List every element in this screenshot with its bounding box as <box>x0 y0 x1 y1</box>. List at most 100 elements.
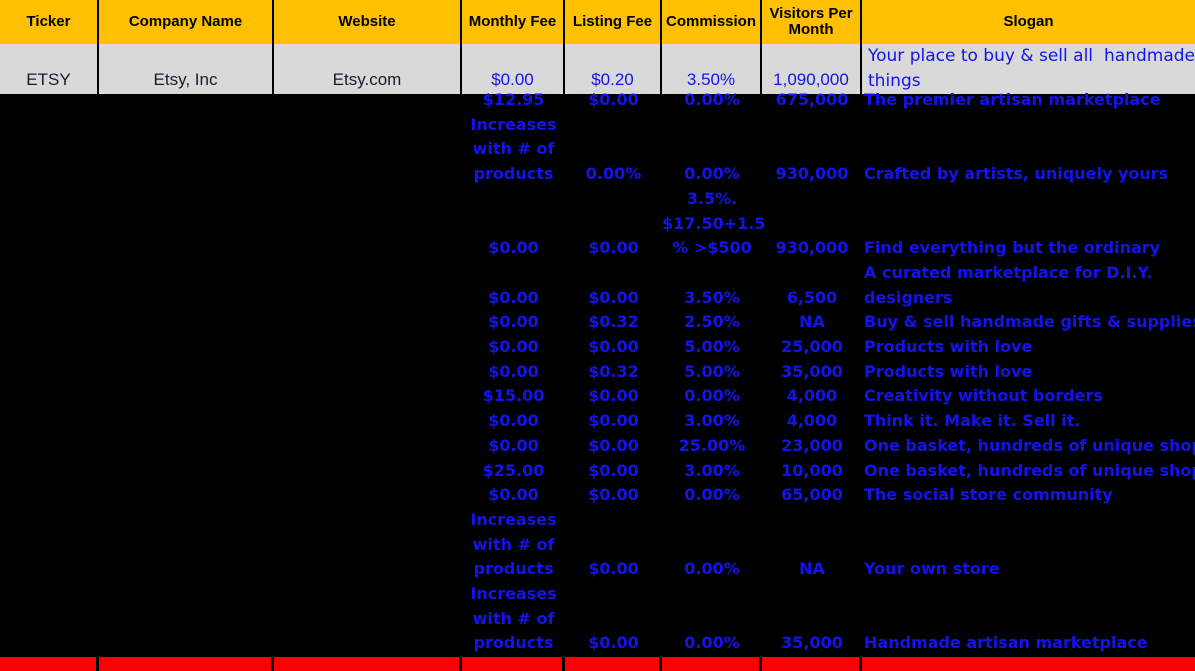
column-header-slogan[interactable]: Slogan <box>862 0 1195 44</box>
column-header-visitors[interactable]: Visitors Per Month <box>762 0 862 44</box>
cell-slogan[interactable]: Think it. Make it. Sell it. <box>862 411 1195 431</box>
table-row-first[interactable]: ETSY Etsy, Inc Etsy.com $0.00 $0.20 3.50% 1,09… <box>0 44 1195 94</box>
cell-website[interactable]: Etsy.com <box>274 44 462 94</box>
cell-slogan[interactable]: designers <box>862 288 1195 308</box>
cell-visitors[interactable]: 65,000 <box>762 485 862 505</box>
column-header-label: Visitors Per Month <box>769 5 853 38</box>
cell-slogan[interactable]: One basket, hundreds of unique shops <box>862 461 1195 481</box>
cell-listing-fee[interactable]: $0.00 <box>565 559 662 579</box>
cell-slogan[interactable]: Crafted by artists, uniquely yours <box>862 164 1195 184</box>
cell-listing-fee[interactable]: $0.00 <box>565 436 662 456</box>
cell-monthly-fee[interactable]: products <box>462 633 565 653</box>
cell-monthly-fee[interactable]: $0.00 <box>462 238 565 258</box>
cell-slogan[interactable]: A curated marketplace for D.I.Y. <box>862 263 1195 283</box>
cell-monthly-fee[interactable]: products <box>462 559 565 579</box>
cell-commission[interactable]: 0.00% <box>662 485 762 505</box>
cell-listing-fee[interactable]: $0.00 <box>565 386 662 406</box>
cell-commission[interactable]: 5.00% <box>662 362 762 382</box>
cell-commission[interactable]: 3.00% <box>662 411 762 431</box>
cell-ticker[interactable]: ETSY <box>0 44 99 94</box>
cell-monthly-fee[interactable]: with # of <box>462 609 565 629</box>
cell-monthly-fee[interactable]: $12.95 <box>462 90 565 110</box>
cell-commission[interactable]: 3.50% <box>662 288 762 308</box>
cell-slogan[interactable]: Creativity without borders <box>862 386 1195 406</box>
cell-slogan[interactable]: Handmade artisan marketplace <box>862 633 1195 653</box>
cell-commission[interactable]: $17.50+1.5 <box>662 214 766 234</box>
column-header-monthly[interactable]: Monthly Fee <box>462 0 565 44</box>
cell-company[interactable]: Etsy, Inc <box>99 44 274 94</box>
cell-visitors[interactable]: 35,000 <box>762 362 862 382</box>
cell-listing-fee[interactable]: $0.00 <box>565 90 662 110</box>
cell-monthly-fee[interactable]: Increases <box>462 115 565 135</box>
cell-monthly-fee[interactable]: $0.00 <box>462 312 565 332</box>
cell-monthly-fee[interactable]: $0.00 <box>462 411 565 431</box>
cell-monthly-fee[interactable]: $0.00 <box>462 288 565 308</box>
cell-slogan[interactable]: Your place to buy & sell all things handm… <box>862 44 1195 94</box>
cell-listing-fee[interactable]: $0.00 <box>565 633 662 653</box>
cell-commission[interactable]: 0.00% <box>662 633 762 653</box>
cell-visitors[interactable]: 1,090,000 <box>762 44 862 94</box>
cell-monthly-fee[interactable]: $0.00 <box>462 485 565 505</box>
cell-monthly[interactable]: $0.00 <box>462 44 565 94</box>
cell-visitors[interactable]: 10,000 <box>762 461 862 481</box>
cell-visitors[interactable]: 35,000 <box>762 633 862 653</box>
cell-visitors[interactable]: 675,000 <box>762 90 862 110</box>
cell-slogan[interactable]: One basket, hundreds of unique shops <box>862 436 1195 456</box>
cell-visitors[interactable]: 930,000 <box>762 238 862 258</box>
cell-listing-fee[interactable]: $0.32 <box>565 362 662 382</box>
cell-listing-fee[interactable]: $0.00 <box>565 288 662 308</box>
cell-visitors[interactable]: 4,000 <box>762 411 862 431</box>
cell-slogan[interactable]: The premier artisan marketplace <box>862 90 1195 110</box>
column-header-ticker[interactable]: Ticker <box>0 0 99 44</box>
cell-monthly-fee[interactable]: Increases <box>462 510 565 530</box>
cell-visitors[interactable]: 25,000 <box>762 337 862 357</box>
cell-monthly-fee[interactable]: $0.00 <box>462 436 565 456</box>
column-header-comm[interactable]: Commission <box>662 0 762 44</box>
cell-listing-fee[interactable]: $0.00 <box>565 485 662 505</box>
cell-comm[interactable]: 3.50% <box>662 44 762 94</box>
cell-commission[interactable]: 2.50% <box>662 312 762 332</box>
cell-visitors[interactable]: NA <box>762 559 862 579</box>
cell-listing-fee[interactable]: $0.00 <box>565 238 662 258</box>
cell-slogan[interactable]: The social store community <box>862 485 1195 505</box>
cell-commission[interactable]: 25.00% <box>662 436 762 456</box>
cell-monthly-fee[interactable]: with # of <box>462 535 565 555</box>
cell-slogan[interactable]: Find everything but the ordinary <box>862 238 1195 258</box>
column-header-company[interactable]: Company Name <box>99 0 274 44</box>
cell-visitors[interactable]: 930,000 <box>762 164 862 184</box>
cell-value: ETSY <box>26 70 71 89</box>
cell-visitors[interactable]: 23,000 <box>762 436 862 456</box>
cell-commission[interactable]: 0.00% <box>662 164 762 184</box>
cell-monthly-fee[interactable]: $25.00 <box>462 461 565 481</box>
column-header-listing[interactable]: Listing Fee <box>565 0 662 44</box>
cell-listing-fee[interactable]: $0.32 <box>565 312 662 332</box>
cell-slogan[interactable]: Products with love <box>862 337 1195 357</box>
cell-listing-fee[interactable]: $0.00 <box>565 461 662 481</box>
cell-slogan[interactable]: Buy & sell handmade gifts & supplies <box>862 312 1195 332</box>
cell-slogan[interactable]: Your own store <box>862 559 1195 579</box>
cell-monthly-fee[interactable]: Increases <box>462 584 565 604</box>
cell-monthly-fee[interactable]: with # of <box>462 139 565 159</box>
cell-monthly-fee[interactable]: $15.00 <box>462 386 565 406</box>
cell-commission[interactable]: 0.00% <box>662 386 762 406</box>
cell-listing-fee[interactable]: 0.00% <box>565 164 662 184</box>
cell-visitors[interactable]: 4,000 <box>762 386 862 406</box>
cell-commission[interactable]: % >$500 <box>662 238 762 258</box>
cell-commission[interactable]: 3.00% <box>662 461 762 481</box>
cell-slogan[interactable]: Products with love <box>862 362 1195 382</box>
cell-monthly-fee[interactable]: products <box>462 164 565 184</box>
cell-slogan-line: handmade <box>1104 46 1195 66</box>
cell-visitors[interactable]: 6,500 <box>762 288 862 308</box>
cell-commission[interactable]: 5.00% <box>662 337 762 357</box>
cell-commission[interactable]: 3.5%. <box>662 189 762 209</box>
cell-listing[interactable]: $0.20 <box>565 44 662 94</box>
cell-visitors[interactable]: NA <box>762 312 862 332</box>
cell-commission[interactable]: 0.00% <box>662 559 762 579</box>
cell-monthly-fee[interactable]: $0.00 <box>462 362 565 382</box>
cell-monthly-fee[interactable]: $0.00 <box>462 337 565 357</box>
cell-commission[interactable]: 0.00% <box>662 90 762 110</box>
column-header-website[interactable]: Website <box>274 0 462 44</box>
cell-listing-fee[interactable]: $0.00 <box>565 411 662 431</box>
footer-segment <box>662 657 762 671</box>
cell-listing-fee[interactable]: $0.00 <box>565 337 662 357</box>
